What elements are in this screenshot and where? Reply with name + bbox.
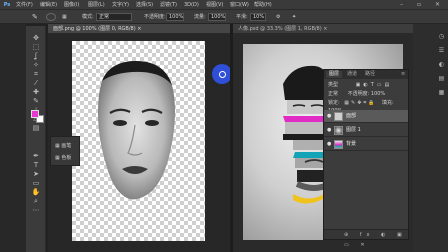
hand-tool-icon[interactable]: ✋ <box>30 188 42 197</box>
layer-opacity-label: 不透明度: <box>347 91 370 97</box>
adjustments-panel-icon[interactable]: ◐ <box>437 60 446 69</box>
options-bar: ✎ ▦ 模式: 正常 不透明度: 100% 流量: 100% 平滑: 10% ⚙… <box>0 10 448 24</box>
brush-panel-icon: ▦ <box>55 143 60 149</box>
swatches-panel-icon: ▦ <box>55 155 60 161</box>
lasso-tool-icon[interactable]: ʆ <box>30 52 42 61</box>
magic-wand-tool-icon[interactable]: ✧ <box>30 61 42 70</box>
brush-cursor-icon <box>219 71 226 78</box>
document-tab-portrait[interactable]: 人像.psd @ 33.3% (图层 1, RGB/8) × <box>233 24 413 34</box>
document-tab-face[interactable]: 面部.png @ 100% (图层 0, RGB/8) × <box>48 24 230 34</box>
path-select-tool-icon[interactable]: ➤ <box>30 170 42 179</box>
pen-tool-icon[interactable]: ✒ <box>30 152 42 161</box>
properties-panel-icon[interactable]: ☰ <box>437 46 446 55</box>
layers-panel-icon[interactable]: ▤ <box>437 74 446 83</box>
layer-row-face[interactable]: ● 面部 <box>324 110 408 123</box>
layer-thumbnail <box>334 112 343 121</box>
smoothing-label: 平滑: <box>236 14 248 20</box>
panel-menu-icon[interactable]: ≡ <box>398 71 408 78</box>
window-controls[interactable]: – ▫ ✕ <box>400 1 446 8</box>
brush-preset-icon[interactable] <box>46 13 56 21</box>
tab-layers[interactable]: 图层 <box>326 71 343 78</box>
swatches-panel-label: 色板 <box>61 155 72 161</box>
brush-tool-icon[interactable]: ✎ <box>30 97 42 106</box>
layer-name: 面部 <box>346 113 357 119</box>
more-tools-icon[interactable]: ⋯ <box>30 206 42 215</box>
eyedropper-tool-icon[interactable]: ⁄ <box>30 79 42 88</box>
flow-label: 流量: <box>194 14 206 20</box>
gradient-tool-icon[interactable]: ▤ <box>30 124 42 133</box>
menu-view[interactable]: 视图(V) <box>206 2 223 8</box>
photoshop-logo-icon: Ps <box>3 2 11 8</box>
brush-panel-button[interactable]: ▦ 画笔 <box>55 141 79 151</box>
filter-kind-select[interactable]: 类型 <box>328 82 338 88</box>
layers-panel-footer[interactable]: ⊕ fx ◐ ▣ ▭ ✕ <box>324 229 408 248</box>
collapsed-panel-group: ▦ 画笔 ▦ 色板 <box>50 136 80 166</box>
menu-file[interactable]: 文件(F) <box>16 2 33 8</box>
tab-paths[interactable]: 路径 <box>362 71 378 78</box>
right-panel-dock: ◷ ☰ ◐ ▤ ▦ <box>413 24 448 252</box>
settings-gear-icon[interactable]: ⚙ <box>276 14 280 20</box>
layer-row-background[interactable]: ● 背景 <box>324 138 408 151</box>
layers-panel: 图层 通道 路径 ≡ 类型 ▣◐T▭▤ 正常 不透明度: 100% 锁定: ▦✎… <box>323 69 409 248</box>
layer-thumbnail <box>334 140 343 149</box>
visibility-eye-icon[interactable]: ● <box>327 113 331 119</box>
lock-label: 锁定: <box>328 100 340 106</box>
crop-tool-icon[interactable]: ⌗ <box>30 70 42 79</box>
tab-channels[interactable]: 通道 <box>344 71 360 78</box>
shape-tool-icon[interactable]: ▭ <box>30 179 42 188</box>
brush-tool-icon[interactable]: ✎ <box>32 14 38 21</box>
swatches-panel-button[interactable]: ▦ 色板 <box>55 153 79 163</box>
fill-label: 填充: <box>382 100 394 106</box>
marquee-tool-icon[interactable]: ⬚ <box>30 43 42 52</box>
layer-thumbnail <box>334 126 343 135</box>
foreground-color-swatch[interactable] <box>31 110 39 118</box>
visibility-eye-icon[interactable]: ● <box>327 141 331 147</box>
flow-input[interactable]: 100% <box>208 13 226 21</box>
menu-image[interactable]: 图像(I) <box>64 2 79 8</box>
brush-panel-label: 画笔 <box>61 143 72 149</box>
blend-row: 正常 不透明度: 100% <box>324 90 408 98</box>
channels-panel-icon[interactable]: ▦ <box>437 88 446 97</box>
airbrush-icon[interactable]: ✦ <box>292 14 296 20</box>
toggle-brush-panel-icon[interactable]: ▦ <box>62 14 67 20</box>
menu-window[interactable]: 窗口(W) <box>230 2 249 8</box>
mode-select[interactable]: 正常 <box>96 13 132 21</box>
opacity-label: 不透明度: <box>144 14 166 20</box>
layer-row-layer1[interactable]: ● 图层 1 <box>324 124 408 137</box>
layer-name: 背景 <box>346 141 357 147</box>
smoothing-input[interactable]: 10% <box>250 13 266 21</box>
menu-bar: Ps 文件(F) 编辑(E) 图像(I) 图层(L) 文字(Y) 选择(S) 滤… <box>0 0 448 10</box>
mode-label: 模式: <box>82 14 94 20</box>
blend-mode-select[interactable]: 正常 <box>328 91 338 97</box>
menu-edit[interactable]: 编辑(E) <box>40 2 57 8</box>
type-tool-icon[interactable]: T <box>30 161 42 170</box>
opacity-input[interactable]: 100% <box>166 13 184 21</box>
face-cutout-image <box>98 61 175 200</box>
tools-panel: ✥ ⬚ ʆ ✧ ⌗ ⁄ ✚ ✎ ⊥ ▱ ▤ ✒ T ➤ ▭ ✋ ⌕ ⋯ <box>26 26 46 252</box>
healing-brush-tool-icon[interactable]: ✚ <box>30 88 42 97</box>
layer-name: 图层 1 <box>346 127 361 133</box>
history-panel-icon[interactable]: ◷ <box>437 32 446 41</box>
move-tool-icon[interactable]: ✥ <box>30 34 42 43</box>
layer-opacity-input[interactable]: 100% <box>371 91 385 97</box>
filter-icons[interactable]: ▣◐T▭▤ <box>356 82 393 88</box>
menu-select[interactable]: 选择(S) <box>136 2 153 8</box>
menu-help[interactable]: 帮助(H) <box>254 2 272 8</box>
layer-filter-row: 类型 ▣◐T▭▤ <box>324 81 408 89</box>
menu-filter[interactable]: 滤镜(T) <box>160 2 177 8</box>
layers-panel-tabs: 图层 通道 路径 ≡ <box>324 70 408 79</box>
lock-icons[interactable]: ▦✎✥⌗🔒 <box>344 100 376 106</box>
menu-3d[interactable]: 3D(D) <box>184 2 199 8</box>
zoom-tool-icon[interactable]: ⌕ <box>30 197 42 206</box>
left-gutter <box>0 24 26 252</box>
menu-type[interactable]: 文字(Y) <box>112 2 129 8</box>
visibility-eye-icon[interactable]: ● <box>327 127 331 133</box>
menu-layer[interactable]: 图层(L) <box>88 2 105 8</box>
